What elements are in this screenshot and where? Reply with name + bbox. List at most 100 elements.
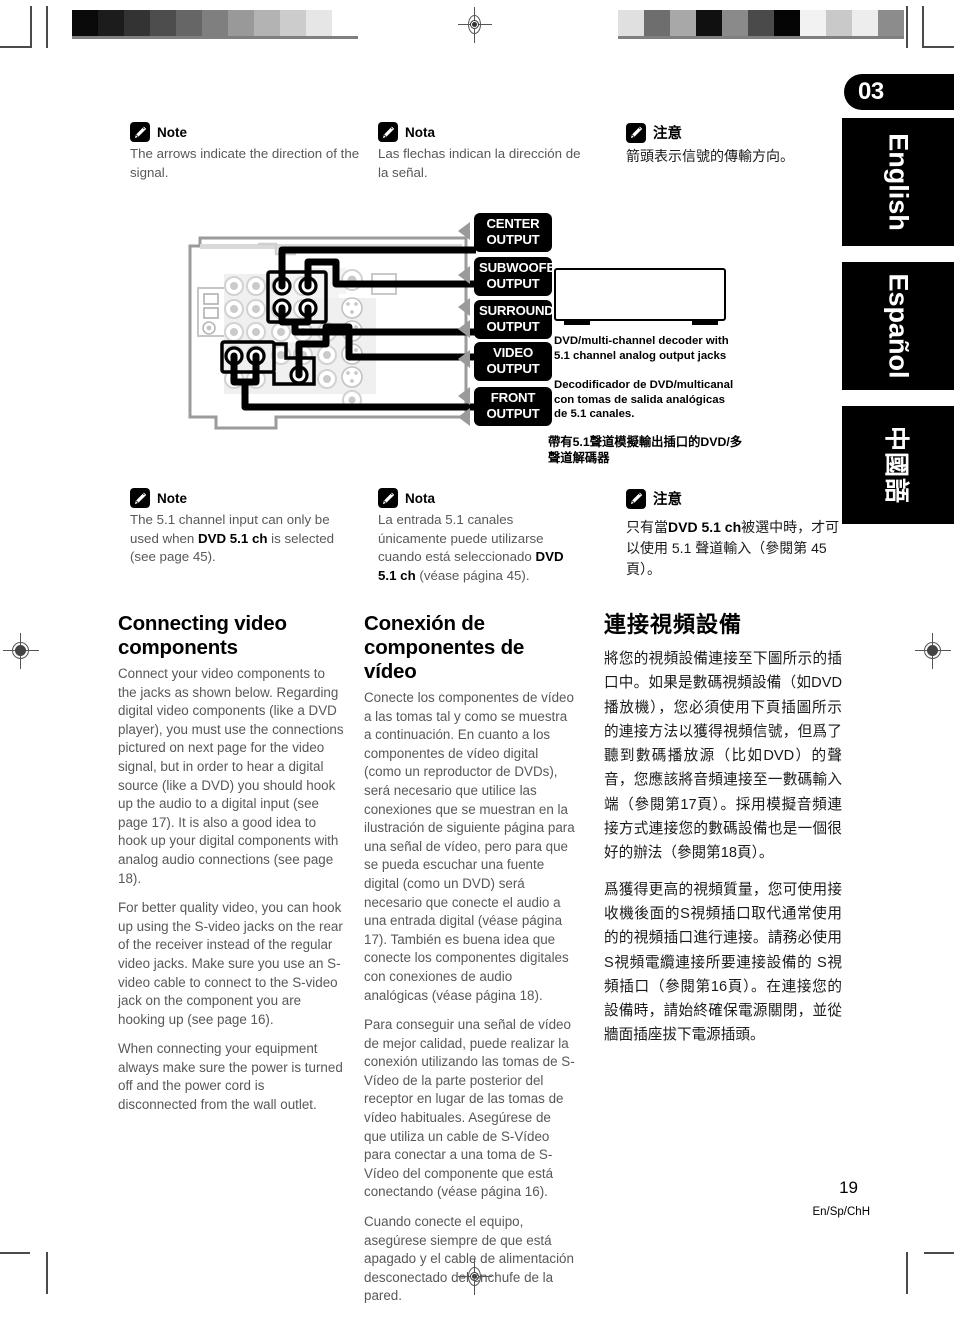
calibration-swatch	[644, 10, 670, 36]
sidebar-tab-chinese-label: 中國語	[882, 425, 910, 505]
dvd-decoder-box	[554, 268, 726, 321]
note-body-pre: La entrada 5.1 canales únicamente puede …	[378, 512, 544, 564]
note-body-emphasis: DVD 5.1 ch	[668, 519, 742, 535]
note-body-emphasis: DVD 5.1 ch	[198, 530, 268, 546]
registration-crosshair-left	[3, 633, 39, 669]
paragraph-english-3: When connecting your equipment always ma…	[118, 1041, 343, 1113]
arrow-surround-output-a	[458, 298, 470, 316]
trim-mark-br-v	[906, 1252, 908, 1294]
trim-mark-tr-v	[906, 6, 908, 48]
paragraph-chinese-2: 爲獲得更高的視頻質量，您可使用接收機後面的S視頻插口取代通常使用的的視頻插口進行…	[604, 881, 842, 1044]
calibration-swatch	[150, 10, 176, 36]
label-front-output-line2: OUTPUT	[486, 406, 540, 421]
pencil-note-icon	[378, 122, 398, 142]
trim-mark-tl-v2	[46, 6, 48, 48]
label-video-output: VIDEO OUTPUT	[474, 342, 552, 381]
heading-english: Connecting video components	[118, 612, 287, 659]
page-number: 19	[839, 1178, 858, 1197]
note-header: Note	[130, 122, 362, 142]
label-video-output-line2: OUTPUT	[486, 361, 540, 376]
trim-mark-tr-v2	[922, 6, 924, 48]
sidebar-tab-english-label: English	[883, 133, 914, 231]
column-chinese: 連接視頻設備 將您的視頻設備連接至下圖所示的插口中。如果是數碼視頻設備（如DVD…	[604, 612, 842, 1060]
trim-mark-tl-h	[0, 46, 30, 48]
pencil-note-icon	[130, 488, 150, 508]
note-body: 箭頭表示信號的傳輸方向。	[626, 148, 794, 164]
calibration-swatch	[332, 10, 358, 36]
calibration-swatch	[202, 10, 228, 36]
page-language-code: En/Sp/ChH	[812, 1206, 870, 1218]
label-subwoofer-output-line1: SUBWOOFER	[479, 260, 565, 275]
sidebar-tab-espanol[interactable]: Español	[842, 262, 954, 390]
note-title: Nota	[405, 124, 435, 140]
label-center-output-line1: CENTER	[486, 216, 540, 231]
arrow-center-output	[458, 222, 470, 240]
calibration-swatch	[72, 10, 98, 36]
trim-mark-tl-v	[30, 6, 32, 48]
arrow-front-output-b	[458, 408, 470, 426]
arrow-surround-output-b	[458, 320, 470, 338]
note-body-pre: 只有當	[626, 519, 668, 535]
note-header: Note	[130, 488, 358, 508]
grayscale-bar-left	[72, 10, 358, 39]
receiver-rear-panel-illustration	[188, 236, 476, 430]
calibration-swatch	[826, 10, 852, 36]
pencil-note-icon	[378, 488, 398, 508]
note-body: The arrows indicate the direction of the…	[130, 146, 360, 180]
calibration-swatch	[228, 10, 254, 36]
note-block-english-bottom: Note The 5.1 channel input can only be u…	[130, 488, 358, 567]
note-body: The 5.1 channel input can only be used w…	[130, 511, 358, 567]
dvd-caption-chinese: 帶有5.1聲道模擬輸出插口的DVD/多聲道解碼器	[548, 435, 743, 465]
calibration-swatch	[98, 10, 124, 36]
dvd-decoder-foot-left	[564, 320, 590, 325]
arrow-subwoofer-output	[458, 266, 470, 284]
dvd-decoder-foot-right	[692, 320, 718, 325]
column-english: Connecting video components Connect your…	[118, 612, 344, 1126]
note-header: 注意	[626, 488, 842, 509]
label-surround-output-line1: SURROUND	[479, 303, 554, 318]
chapter-number-label: 03	[858, 78, 884, 105]
trim-mark-br-h	[924, 1252, 954, 1254]
note-title: Note	[157, 124, 187, 140]
heading-chinese: 連接視頻設備	[604, 612, 743, 637]
label-surround-output-line2: OUTPUT	[486, 319, 540, 334]
note-block-chinese-top: 注意 箭頭表示信號的傳輸方向。	[626, 122, 844, 167]
label-subwoofer-output-line2: OUTPUT	[486, 276, 540, 291]
calibration-swatch	[748, 10, 774, 36]
dvd-caption-english: DVD/multi-channel decoder with 5.1 chann…	[554, 335, 729, 362]
registration-crosshair-top	[458, 7, 492, 43]
calibration-swatch	[176, 10, 202, 36]
label-front-output: FRONT OUTPUT	[474, 387, 552, 426]
arrow-front-output-a	[458, 387, 470, 405]
label-center-output: CENTER OUTPUT	[474, 213, 552, 252]
label-front-output-line1: FRONT	[490, 390, 536, 405]
note-block-english-top: Note The arrows indicate the direction o…	[130, 122, 362, 182]
calibration-swatch	[306, 10, 332, 36]
note-block-espanol-bottom: Nota La entrada 5.1 canales únicamente p…	[378, 488, 578, 585]
pencil-note-icon	[626, 122, 646, 143]
dvd-caption-espanol: Decodificador de DVD/multicanal con toma…	[554, 379, 734, 420]
label-surround-output: SURROUND OUTPUT	[474, 300, 554, 339]
note-header: Nota	[378, 122, 588, 142]
note-title: Note	[157, 490, 187, 506]
sidebar-tab-espanol-label: Español	[883, 273, 914, 379]
note-block-espanol-top: Nota Las flechas indican la dirección de…	[378, 122, 588, 182]
note-title: 注意	[653, 492, 682, 508]
note-title: Nota	[405, 490, 435, 506]
sidebar-tab-english[interactable]: English	[842, 118, 954, 246]
paragraph-espanol-2: Para conseguir una señal de vídeo de mej…	[364, 1017, 575, 1200]
trim-mark-tr-h	[924, 46, 954, 48]
note-body-post: (véase página 45).	[415, 567, 530, 583]
pencil-note-icon	[626, 488, 646, 509]
note-title: 注意	[653, 126, 682, 142]
note-body: La entrada 5.1 canales únicamente puede …	[378, 511, 578, 585]
calibration-swatch	[280, 10, 306, 36]
note-header: 注意	[626, 122, 844, 143]
paragraph-espanol-3: Cuando conecte el equipo, asegúrese siem…	[364, 1214, 574, 1304]
note-body: 只有當DVD 5.1 ch被選中時，才可以使用 5.1 聲道輸入（參閱第 45 …	[626, 517, 842, 580]
label-center-output-line2: OUTPUT	[486, 232, 540, 247]
calibration-swatch	[852, 10, 878, 36]
calibration-swatch	[124, 10, 150, 36]
calibration-swatch	[878, 10, 904, 36]
sidebar-tab-chinese[interactable]: 中國語	[842, 406, 954, 524]
